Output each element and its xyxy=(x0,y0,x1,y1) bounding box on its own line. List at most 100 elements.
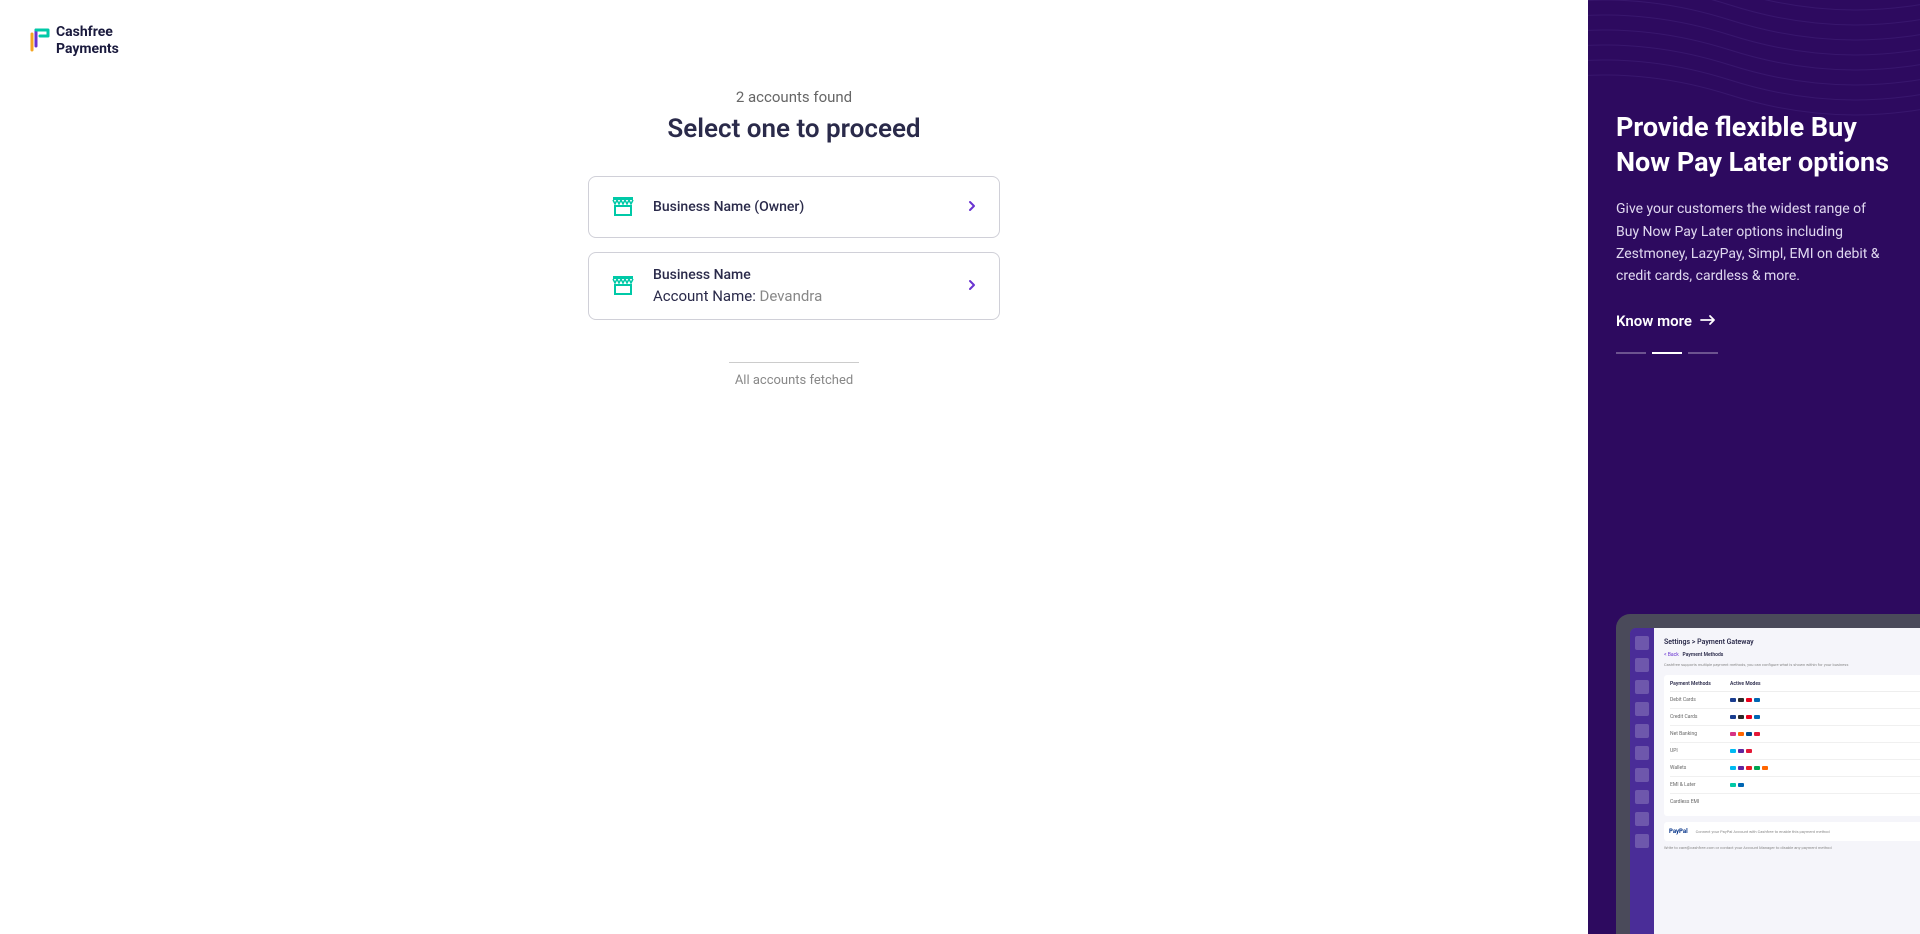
laptop-sidebar-item xyxy=(1635,658,1649,672)
account-name-row: Account Name: Devandra xyxy=(653,287,949,305)
laptop-back: < Back Payment Methods xyxy=(1664,652,1920,658)
sidebar-title: Provide flexible Buy Now Pay Later optio… xyxy=(1616,110,1892,180)
laptop-screen: Settings > Payment Gateway < Back Paymen… xyxy=(1630,628,1920,934)
paypal-desc: Connect your PayPal Account with Cashfre… xyxy=(1696,829,1920,834)
carousel-dot-1[interactable] xyxy=(1616,352,1646,354)
account-name-label: Account Name: xyxy=(653,287,760,305)
paypal-logo: PayPal xyxy=(1669,828,1688,835)
laptop-sidebar-item xyxy=(1635,702,1649,716)
carousel-dot-3[interactable] xyxy=(1688,352,1718,354)
mini-icon xyxy=(1738,783,1744,787)
cashfree-logo: Cashfree Payments xyxy=(30,24,119,58)
laptop-row-label: Wallets xyxy=(1670,765,1730,771)
laptop-row-icons xyxy=(1730,749,1920,753)
laptop-row: EMI & Later xyxy=(1670,777,1920,794)
chevron-right-icon xyxy=(965,277,979,296)
content-area: 2 accounts found Select one to proceed B… xyxy=(524,0,1064,388)
laptop-row: UPI xyxy=(1670,743,1920,760)
mini-icon xyxy=(1746,715,1752,719)
mini-icon xyxy=(1730,783,1736,787)
chevron-right-icon xyxy=(965,198,979,217)
laptop-row: Cardless EMI xyxy=(1670,794,1920,810)
mini-icon xyxy=(1730,698,1736,702)
store-icon xyxy=(609,270,637,302)
laptop-section: Payment Methods xyxy=(1683,652,1724,658)
mini-icon xyxy=(1738,698,1744,702)
mini-icon xyxy=(1754,715,1760,719)
laptop-sidebar-item xyxy=(1635,746,1649,760)
laptop-row: Wallets xyxy=(1670,760,1920,777)
laptop-sidebar-item xyxy=(1635,790,1649,804)
mini-icon xyxy=(1762,766,1768,770)
arrow-right-icon xyxy=(1700,312,1716,330)
mini-icon xyxy=(1754,766,1760,770)
account-info: Business Name Account Name: Devandra xyxy=(653,267,949,305)
laptop-sidebar-item xyxy=(1635,636,1649,650)
sidebar-content: Provide flexible Buy Now Pay Later optio… xyxy=(1588,0,1920,354)
laptop-row-label: Credit Cards xyxy=(1670,714,1730,720)
laptop-footer: Write to care@cashfree.com or contact yo… xyxy=(1664,845,1920,850)
divider xyxy=(729,362,859,363)
laptop-frame: Settings > Payment Gateway < Back Paymen… xyxy=(1616,614,1920,934)
laptop-row-icons xyxy=(1730,698,1920,702)
mini-icon xyxy=(1746,698,1752,702)
know-more-label: Know more xyxy=(1616,312,1692,330)
logo-line2: Payments xyxy=(56,41,119,58)
mini-icon xyxy=(1746,749,1752,753)
mini-icon xyxy=(1754,698,1760,702)
mini-icon xyxy=(1730,715,1736,719)
mini-icon xyxy=(1730,732,1736,736)
laptop-row: Credit Cards xyxy=(1670,709,1920,726)
store-icon xyxy=(609,191,637,223)
laptop-mock-main: Settings > Payment Gateway < Back Paymen… xyxy=(1654,628,1920,934)
mini-icon xyxy=(1754,732,1760,736)
know-more-link[interactable]: Know more xyxy=(1616,312,1892,330)
laptop-sidebar-item xyxy=(1635,768,1649,782)
laptop-row-label: Cardless EMI xyxy=(1670,799,1730,805)
laptop-paypal-card: PayPal Connect your PayPal Account with … xyxy=(1664,822,1920,841)
promo-sidebar: Provide flexible Buy Now Pay Later optio… xyxy=(1588,0,1920,934)
carousel-dot-2[interactable] xyxy=(1652,352,1682,354)
laptop-subtext: Cashfree supports multiple payment metho… xyxy=(1664,662,1920,667)
mini-icon xyxy=(1738,715,1744,719)
account-card-owner[interactable]: Business Name (Owner) xyxy=(588,176,1000,238)
logo-mark-icon xyxy=(30,28,50,54)
laptop-mock-sidebar xyxy=(1630,628,1654,934)
laptop-row-label: Debit Cards xyxy=(1670,697,1730,703)
laptop-sidebar-item xyxy=(1635,680,1649,694)
laptop-mockup: Settings > Payment Gateway < Back Paymen… xyxy=(1616,614,1920,934)
laptop-table-header: Payment Methods Active Modes Other Avail… xyxy=(1670,681,1920,692)
laptop-row-icons xyxy=(1730,732,1920,736)
laptop-sidebar-item xyxy=(1635,834,1649,848)
mini-icon xyxy=(1738,766,1744,770)
carousel-pagination xyxy=(1616,352,1892,354)
laptop-row: Net Banking xyxy=(1670,726,1920,743)
laptop-row-label: Net Banking xyxy=(1670,731,1730,737)
mini-icon xyxy=(1746,732,1752,736)
business-name: Business Name (Owner) xyxy=(653,199,949,215)
laptop-row-icons xyxy=(1730,783,1920,787)
laptop-row-label: UPI xyxy=(1670,748,1730,754)
laptop-sidebar-item xyxy=(1635,724,1649,738)
mini-icon xyxy=(1738,732,1744,736)
logo-line1: Cashfree xyxy=(56,24,119,41)
laptop-breadcrumb-settings: Settings xyxy=(1664,638,1690,646)
account-name-value: Devandra xyxy=(760,287,823,305)
laptop-back-label: Back xyxy=(1668,652,1679,658)
mini-icon xyxy=(1746,766,1752,770)
mini-icon xyxy=(1730,766,1736,770)
account-info: Business Name (Owner) xyxy=(653,199,949,215)
logo-text: Cashfree Payments xyxy=(56,24,119,58)
laptop-breadcrumb-page: Payment Gateway xyxy=(1697,638,1754,646)
page-title: Select one to proceed xyxy=(667,114,920,144)
laptop-header: Settings > Payment Gateway xyxy=(1664,638,1920,646)
main-content: Cashfree Payments 2 accounts found Selec… xyxy=(0,0,1588,934)
mini-icon xyxy=(1738,749,1744,753)
laptop-row: Debit Cards xyxy=(1670,692,1920,709)
account-card-member[interactable]: Business Name Account Name: Devandra xyxy=(588,252,1000,320)
accounts-found-label: 2 accounts found xyxy=(736,88,852,106)
laptop-table: Payment Methods Active Modes Other Avail… xyxy=(1664,675,1920,816)
laptop-row-icons xyxy=(1730,766,1920,770)
business-name: Business Name xyxy=(653,267,949,283)
laptop-row-icons xyxy=(1730,715,1920,719)
